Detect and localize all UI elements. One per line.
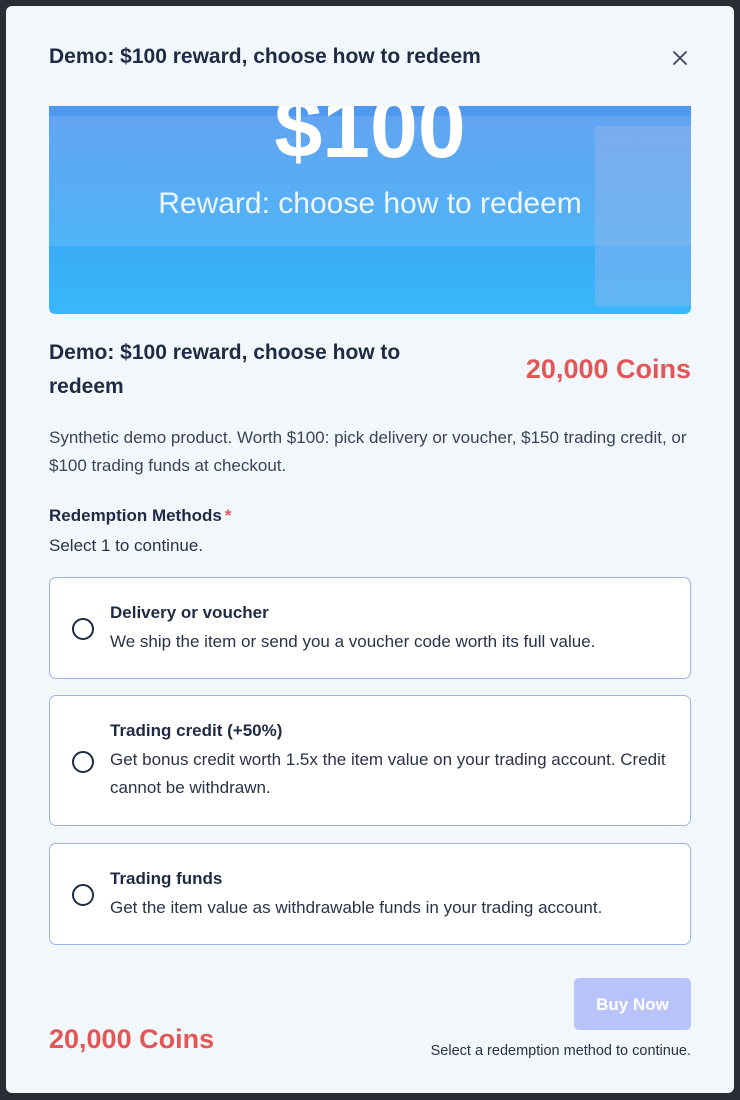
option-radio[interactable] [72,884,94,906]
redemption-methods-label-text: Redemption Methods [49,506,222,525]
option-description: We ship the item or send you a voucher c… [110,632,596,651]
option-trading-credit[interactable]: Trading credit (+50%) Get bonus credit w… [49,695,691,826]
redemption-methods-hint: Select 1 to continue. [49,536,204,555]
required-mark: * [224,506,232,525]
option-description: Get the item value as withdrawable funds… [110,898,603,917]
option-title: Trading funds [110,869,223,888]
product-price: 20,000 Coins [525,354,691,384]
option-delivery-or-voucher[interactable]: Delivery or voucher We ship the item or … [49,577,691,679]
product-description: Synthetic demo product. Worth $100: pick… [49,428,687,475]
banner-tagline: Reward: choose how to redeem [158,187,582,220]
product-title: Demo: $100 reward, choose how to redeem [49,341,401,398]
buy-now-button[interactable]: Buy Now [574,978,691,1030]
footer-price: 20,000 Coins [49,1024,215,1054]
redeem-modal: Demo: $100 reward, choose how to redeem … [6,6,734,1093]
option-radio[interactable] [72,751,94,773]
modal-title: Demo: $100 reward, choose how to redeem [49,45,481,68]
redemption-methods-label: Redemption Methods * [49,503,231,529]
close-button[interactable] [666,44,694,72]
option-description: Get bonus credit worth 1.5x the item val… [110,750,666,797]
option-title: Delivery or voucher [110,603,269,622]
option-radio[interactable] [72,618,94,640]
close-icon [673,51,687,65]
footer-hint: Select a redemption method to continue. [430,1043,691,1059]
product-banner: $100 Reward: choose how to redeem [49,106,691,314]
option-title: Trading credit (+50%) [110,721,283,740]
option-trading-funds[interactable]: Trading funds Get the item value as with… [49,843,691,945]
banner-amount: $100 [274,106,466,176]
